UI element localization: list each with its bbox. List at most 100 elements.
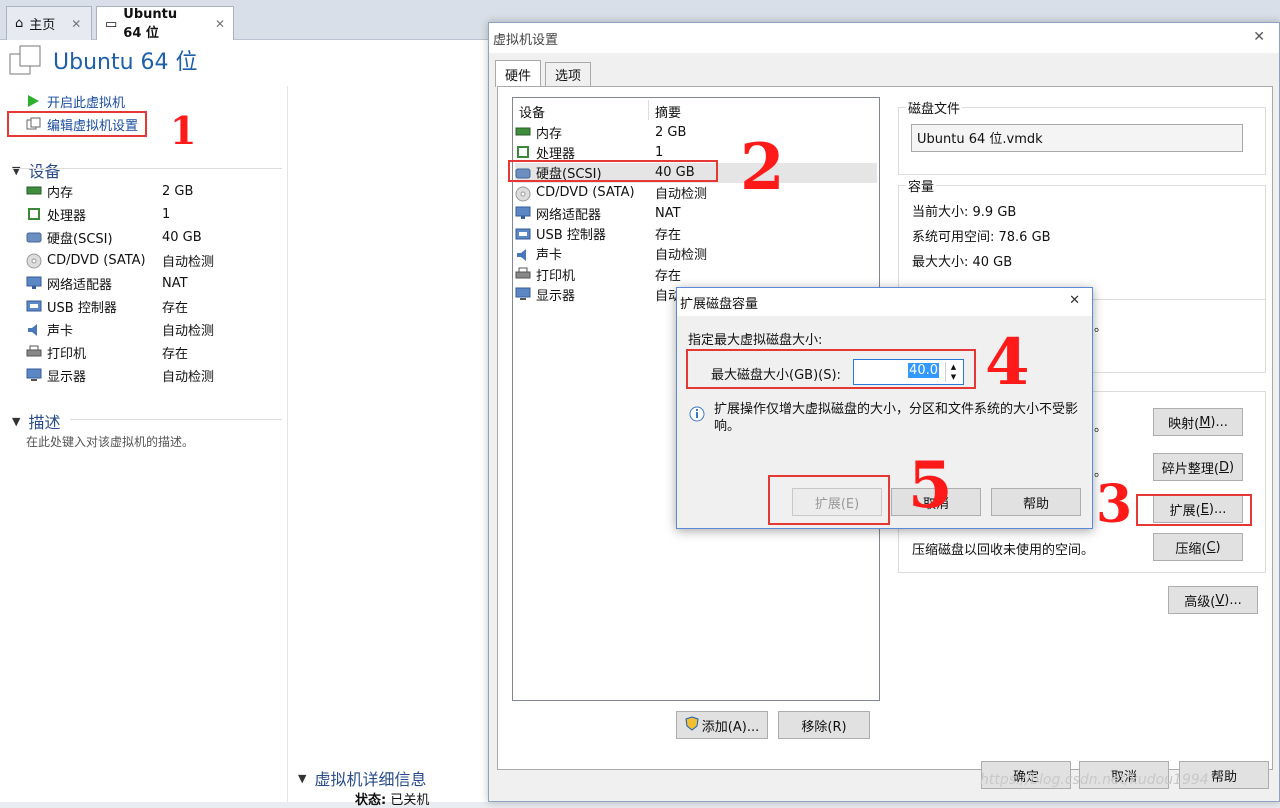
compact-button[interactable]: 压缩(C) <box>1153 533 1243 561</box>
device-name: 显示器 <box>47 369 87 385</box>
watermark: https://blog.csdn.net/kudou1994 <box>980 772 1209 788</box>
remove-button[interactable]: 移除(R) <box>778 711 870 739</box>
hard-disk-icon <box>26 230 42 244</box>
device-name: USB 控制器 <box>536 228 606 243</box>
expand-help-button[interactable]: 帮助 <box>991 488 1081 516</box>
free-space: 系统可用空间: 78.6 GB <box>912 230 1051 245</box>
device-name: USB 控制器 <box>47 300 117 316</box>
device-value: 1 <box>655 144 664 160</box>
network-icon <box>515 206 531 220</box>
tab-options[interactable]: 选项 <box>545 62 592 86</box>
device-value: 自动检测 <box>162 323 215 339</box>
device-row-3[interactable]: CD/DVD (SATA) 自动检测 <box>26 249 214 271</box>
description-placeholder[interactable]: 在此处键入对该虚拟机的描述。 <box>26 433 194 450</box>
annotation-2: 2 <box>740 130 785 205</box>
collapse-icon: ▼ <box>12 414 21 428</box>
map-button[interactable]: 映射(M)... <box>1153 408 1243 436</box>
display-icon <box>26 368 42 382</box>
tab-hardware[interactable]: 硬件 <box>495 60 542 87</box>
close-icon[interactable]: ✕ <box>71 17 81 31</box>
device-row-2[interactable]: 硬盘(SCSI) 40 GB <box>26 226 202 248</box>
settings-device-row-5[interactable]: USB 控制器 存在 <box>515 224 877 244</box>
collapse-icon: ▼ <box>12 163 21 177</box>
device-row-8[interactable]: 显示器 自动检测 <box>26 364 214 386</box>
device-row-5[interactable]: USB 控制器 存在 <box>26 295 188 317</box>
device-name: CD/DVD (SATA) <box>47 252 146 268</box>
expand-dialog-title-bar: 扩展磁盘容量 ✕ <box>677 288 1092 316</box>
device-name: 内存 <box>47 185 74 201</box>
device-value: 1 <box>162 206 171 222</box>
device-value: 存在 <box>162 300 189 316</box>
annotation-4: 4 <box>985 325 1030 400</box>
highlight-box-3 <box>1136 494 1252 526</box>
defrag-button[interactable]: 碎片整理(D) <box>1153 453 1243 481</box>
usb-icon <box>515 227 531 241</box>
devices-section-header[interactable]: ▼ 设备 <box>12 158 60 182</box>
current-size: 当前大小: 9.9 GB <box>912 205 1017 220</box>
device-name: 网络适配器 <box>536 207 602 223</box>
cd-dvd-icon <box>515 186 531 202</box>
device-name: 内存 <box>536 126 563 142</box>
device-row-7[interactable]: 打印机 存在 <box>26 341 188 363</box>
settings-device-row-6[interactable]: 声卡 自动检测 <box>515 244 877 264</box>
device-row-0[interactable]: 内存 2 GB <box>26 180 193 202</box>
device-row-4[interactable]: 网络适配器 NAT <box>26 272 188 294</box>
add-button[interactable]: 添加(A)... <box>676 711 768 739</box>
close-icon[interactable]: ✕ <box>1253 29 1265 45</box>
device-name: 处理器 <box>536 146 576 162</box>
annotation-3: 3 <box>1096 474 1133 535</box>
tab-ubuntu[interactable]: ▭ Ubuntu 64 位 ✕ <box>96 6 234 41</box>
processor-icon <box>515 145 531 159</box>
shield-icon <box>685 715 699 735</box>
col-device-header: 设备 <box>519 106 546 121</box>
tab-home[interactable]: ⌂ 主页 ✕ <box>6 6 92 40</box>
device-name: 打印机 <box>47 346 87 362</box>
max-size: 最大大小: 40 GB <box>912 255 1013 270</box>
sound-icon <box>515 247 531 261</box>
divider <box>70 419 282 420</box>
device-row-6[interactable]: 声卡 自动检测 <box>26 318 214 340</box>
device-value: 2 GB <box>162 183 194 199</box>
device-name: 网络适配器 <box>47 277 113 293</box>
device-value: NAT <box>655 205 681 221</box>
advanced-button[interactable]: 高级(V)... <box>1168 586 1258 614</box>
processor-icon <box>26 207 42 221</box>
device-row-1[interactable]: 处理器 1 <box>26 203 170 225</box>
device-name: 声卡 <box>47 323 74 339</box>
memory-icon <box>515 125 531 139</box>
col-summary-header: 摘要 <box>655 106 682 121</box>
description-section-header[interactable]: ▼ 描述 <box>12 409 60 433</box>
device-value: 自动检测 <box>162 254 215 270</box>
collapse-icon: ▼ <box>298 771 307 785</box>
divider <box>648 100 649 120</box>
device-name: 硬盘(SCSI) <box>47 231 113 247</box>
settings-device-row-0[interactable]: 内存 2 GB <box>515 122 877 142</box>
network-icon <box>26 276 42 290</box>
device-name: CD/DVD (SATA) <box>536 185 635 201</box>
device-value: 存在 <box>655 228 682 243</box>
close-icon[interactable]: ✕ <box>1069 293 1080 308</box>
annotation-1: 1 <box>170 108 197 153</box>
status-row: 状态: 已关机 <box>355 793 430 808</box>
settings-device-row-7[interactable]: 打印机 存在 <box>515 264 877 284</box>
vm-icon: ▭ <box>105 16 118 32</box>
disk-file-field[interactable]: Ubuntu 64 位.vmdk <box>911 124 1243 152</box>
settings-device-row-3[interactable]: CD/DVD (SATA) 自动检测 <box>515 183 877 203</box>
device-name: 声卡 <box>536 248 563 264</box>
power-on-action[interactable]: 开启此虚拟机 <box>26 90 125 112</box>
vm-large-icon <box>8 44 44 78</box>
device-name: 显示器 <box>536 288 576 304</box>
close-icon[interactable]: ✕ <box>215 17 225 31</box>
device-value: 存在 <box>655 268 682 284</box>
usb-icon <box>26 299 42 313</box>
settings-device-row-4[interactable]: 网络适配器 NAT <box>515 203 877 223</box>
map-text-fragment: 。 <box>1094 420 1108 435</box>
compact-description: 压缩磁盘以回收未使用的空间。 <box>912 543 1095 558</box>
info-text-fragment: 。 <box>1094 320 1108 335</box>
memory-icon <box>26 184 42 198</box>
device-value: NAT <box>162 275 188 291</box>
details-section-header[interactable]: ▼ 虚拟机详细信息 <box>298 766 426 790</box>
play-icon <box>26 94 42 108</box>
capacity-title: 容量 <box>906 176 937 195</box>
sound-icon <box>26 322 42 336</box>
